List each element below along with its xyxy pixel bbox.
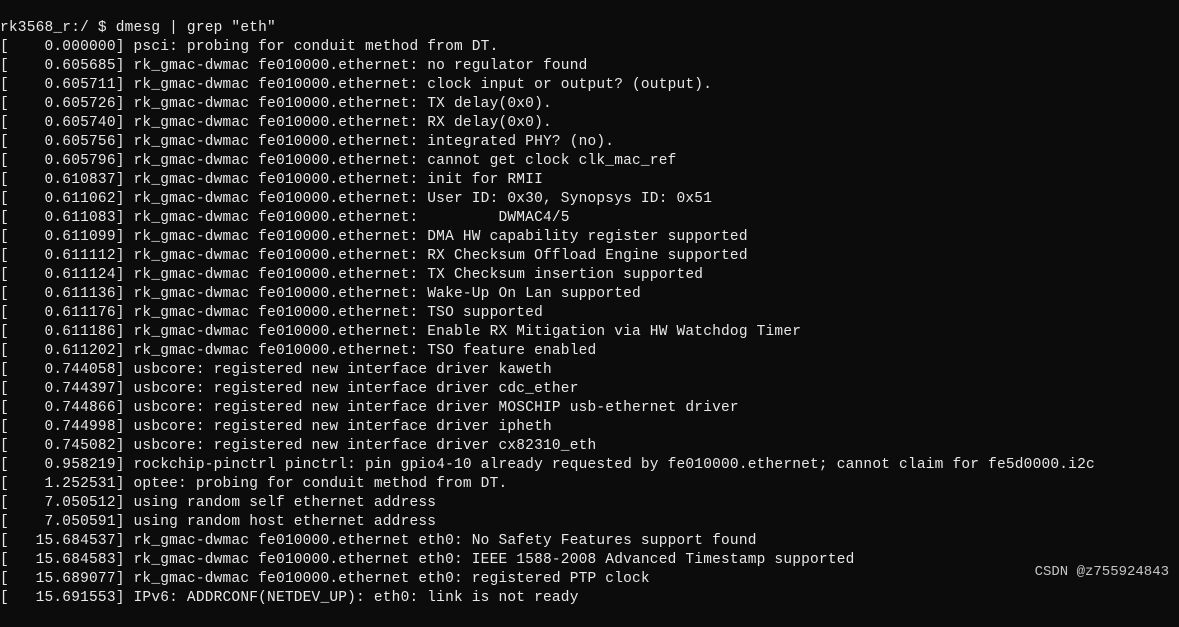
log-line: [ 0.605726] rk_gmac-dwmac fe010000.ether…	[0, 95, 1179, 114]
terminal-output[interactable]: rk3568_r:/ $ dmesg | grep "eth"[ 0.00000…	[0, 0, 1179, 627]
log-line: [ 1.252531] optee: probing for conduit m…	[0, 475, 1179, 494]
log-line: [ 0.611176] rk_gmac-dwmac fe010000.ether…	[0, 304, 1179, 323]
log-line: [ 0.605685] rk_gmac-dwmac fe010000.ether…	[0, 57, 1179, 76]
log-line: [ 15.684537] rk_gmac-dwmac fe010000.ethe…	[0, 532, 1179, 551]
log-line: [ 0.744866] usbcore: registered new inte…	[0, 399, 1179, 418]
log-line: [ 0.611112] rk_gmac-dwmac fe010000.ether…	[0, 247, 1179, 266]
log-line: [ 0.000000] psci: probing for conduit me…	[0, 38, 1179, 57]
log-line: [ 0.611124] rk_gmac-dwmac fe010000.ether…	[0, 266, 1179, 285]
log-line: [ 0.605796] rk_gmac-dwmac fe010000.ether…	[0, 152, 1179, 171]
log-line: [ 0.605711] rk_gmac-dwmac fe010000.ether…	[0, 76, 1179, 95]
log-line: [ 15.684583] rk_gmac-dwmac fe010000.ethe…	[0, 551, 1179, 570]
log-line: [ 0.611136] rk_gmac-dwmac fe010000.ether…	[0, 285, 1179, 304]
log-line: [ 0.611099] rk_gmac-dwmac fe010000.ether…	[0, 228, 1179, 247]
prompt-line: rk3568_r:/ $ dmesg | grep "eth"	[0, 19, 1179, 38]
log-line: [ 0.958219] rockchip-pinctrl pinctrl: pi…	[0, 456, 1179, 475]
log-line: [ 0.744058] usbcore: registered new inte…	[0, 361, 1179, 380]
log-line: [ 0.745082] usbcore: registered new inte…	[0, 437, 1179, 456]
log-line: [ 7.050591] using random host ethernet a…	[0, 513, 1179, 532]
log-line: [ 0.744998] usbcore: registered new inte…	[0, 418, 1179, 437]
log-line: [ 0.605756] rk_gmac-dwmac fe010000.ether…	[0, 133, 1179, 152]
log-line: [ 15.689077] rk_gmac-dwmac fe010000.ethe…	[0, 570, 1179, 589]
log-line: [ 0.611186] rk_gmac-dwmac fe010000.ether…	[0, 323, 1179, 342]
log-line: [ 0.611083] rk_gmac-dwmac fe010000.ether…	[0, 209, 1179, 228]
log-line: [ 0.611062] rk_gmac-dwmac fe010000.ether…	[0, 190, 1179, 209]
log-line: [ 0.611202] rk_gmac-dwmac fe010000.ether…	[0, 342, 1179, 361]
log-line: [ 0.605740] rk_gmac-dwmac fe010000.ether…	[0, 114, 1179, 133]
log-line: [ 0.610837] rk_gmac-dwmac fe010000.ether…	[0, 171, 1179, 190]
watermark: CSDN @z755924843	[1035, 563, 1169, 582]
log-line: [ 0.744397] usbcore: registered new inte…	[0, 380, 1179, 399]
log-line: [ 15.691553] IPv6: ADDRCONF(NETDEV_UP): …	[0, 589, 1179, 608]
log-line: [ 7.050512] using random self ethernet a…	[0, 494, 1179, 513]
